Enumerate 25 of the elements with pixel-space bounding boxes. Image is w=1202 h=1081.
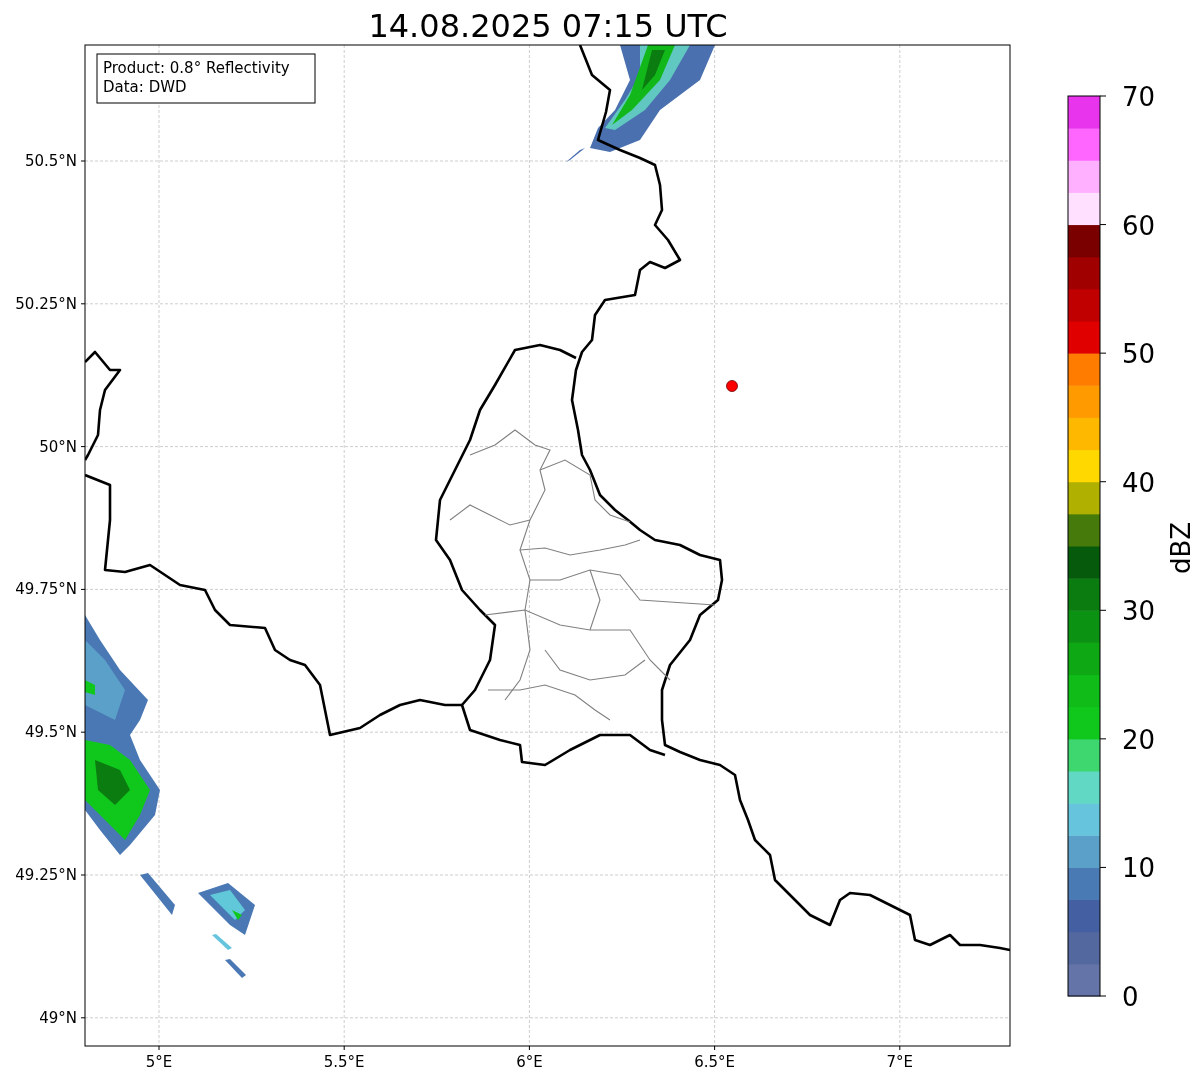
latitude-label: 50°N	[39, 437, 77, 456]
chart-title: 14.08.2025 07:15 UTC	[368, 7, 728, 45]
latitude-label: 49.25°N	[15, 866, 77, 884]
scale-label: 30	[1122, 596, 1156, 627]
axis-label: dBZ	[1166, 521, 1196, 575]
scale-label: 20	[1122, 724, 1156, 755]
latitude-label: 50.25°N	[15, 294, 77, 313]
info-text: Data: DWD	[103, 78, 187, 96]
latitude-label: 49°N	[39, 1008, 77, 1027]
scale-label: 0	[1122, 982, 1139, 1012]
info-text: Product: 0.8° Reflectivity	[103, 59, 290, 77]
longitude-label: 7°E	[886, 1053, 914, 1071]
scale-label: 60	[1122, 210, 1156, 241]
latitude-label: 50.5°N	[24, 152, 77, 170]
latitude-label: 49.5°N	[24, 723, 77, 742]
scale-label: 50	[1122, 339, 1156, 370]
longitude-label: 6.5°E	[694, 1053, 735, 1071]
latitude-label: 49.75°N	[15, 580, 77, 599]
longitude-label: 6°E	[516, 1053, 543, 1071]
location-marker	[726, 380, 738, 392]
scale-label: 70	[1122, 82, 1156, 112]
longitude-label: 5°E	[145, 1053, 173, 1071]
longitude-label: 5.5°E	[323, 1053, 365, 1071]
scale-label: 40	[1122, 467, 1156, 498]
scale-label: 10	[1122, 853, 1156, 884]
